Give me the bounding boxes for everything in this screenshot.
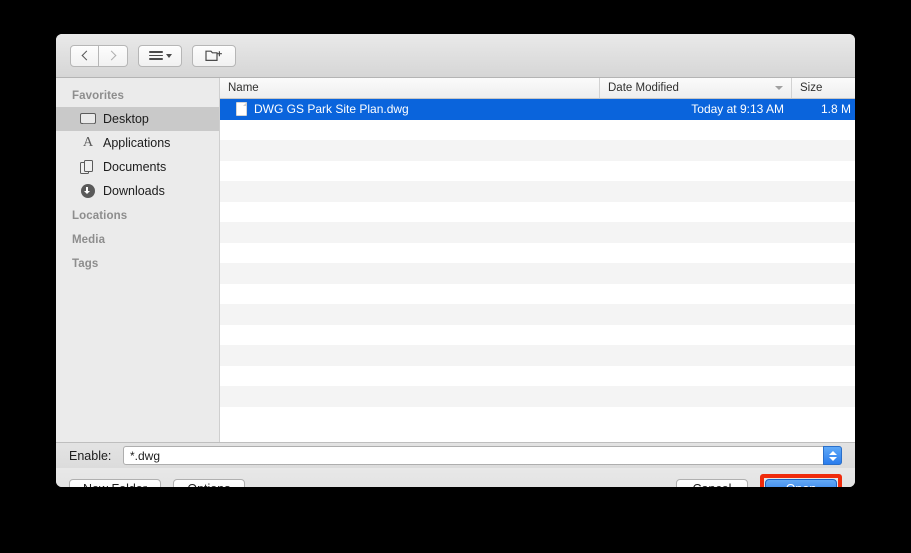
file-name-cell: DWG GS Park Site Plan.dwg: [220, 102, 600, 117]
back-button[interactable]: [70, 44, 99, 67]
downloads-icon: [80, 183, 96, 199]
chevron-down-icon: [775, 86, 783, 90]
enable-popup-button[interactable]: *.dwg: [123, 446, 842, 465]
view-options-button[interactable]: [138, 44, 182, 67]
sidebar-item-documents[interactable]: Documents: [56, 155, 219, 179]
sidebar-header-tags: Tags: [72, 258, 99, 270]
documents-icon: [80, 159, 96, 175]
navigation-buttons: [70, 44, 236, 67]
up-down-chevron-icon: [823, 446, 842, 465]
enable-value: *.dwg: [130, 448, 161, 463]
table-row-empty: [220, 386, 855, 407]
sidebar-item-downloads[interactable]: Downloads: [56, 179, 219, 203]
dialog-button-bar: New Folder Options Cancel Open: [56, 468, 855, 487]
table-row[interactable]: DWG GS Park Site Plan.dwg Today at 9:13 …: [220, 99, 855, 120]
table-row-empty: [220, 160, 855, 181]
sidebar-header-locations: Locations: [72, 210, 128, 222]
sidebar-item-label: Applications: [103, 136, 171, 150]
table-row-empty: [220, 140, 855, 161]
table-row-empty: [220, 263, 855, 284]
table-row-empty: [220, 222, 855, 243]
column-header-label: Name: [228, 82, 259, 94]
column-header-label: Size: [800, 82, 823, 94]
list-view-icon: [148, 51, 163, 60]
enable-filter-bar: Enable: *.dwg: [56, 442, 855, 468]
table-row-empty: [220, 242, 855, 263]
dialog-body: Favorites Desktop A Applications Documen…: [56, 78, 855, 442]
file-size-cell: 1.8 M: [820, 102, 851, 117]
chevron-right-icon: [106, 50, 117, 61]
open-button-highlight-wrapper: Open: [760, 473, 842, 487]
table-row-empty: [220, 345, 855, 366]
file-list-rows: DWG GS Park Site Plan.dwg Today at 9:13 …: [220, 99, 855, 407]
file-date-cell: Today at 9:13 AM: [691, 102, 784, 117]
desktop-icon: [80, 111, 96, 127]
new-folder-icon: [205, 50, 222, 61]
table-row-empty: [220, 324, 855, 345]
options-button[interactable]: Options: [172, 478, 245, 487]
sidebar-item-label: Documents: [103, 160, 167, 174]
table-row-empty: [220, 365, 855, 386]
screen: Desktop Search Favorites Desktop A: [0, 0, 911, 553]
table-row-empty: [220, 304, 855, 325]
column-header-size[interactable]: Size: [792, 78, 855, 98]
table-row-empty: [220, 119, 855, 140]
column-header-date-modified[interactable]: Date Modified: [600, 78, 792, 98]
sidebar-item-applications[interactable]: A Applications: [56, 131, 219, 155]
chevron-down-icon: [165, 53, 172, 58]
new-folder-toolbar-button[interactable]: [192, 44, 236, 67]
sidebar-item-desktop[interactable]: Desktop: [56, 107, 219, 131]
open-file-dialog: Desktop Search Favorites Desktop A: [56, 34, 855, 487]
table-row-empty: [220, 181, 855, 202]
new-folder-button[interactable]: New Folder: [69, 478, 161, 487]
sidebar-header-media: Media: [72, 234, 106, 246]
file-list: Name Date Modified Size DWG GS Park Site…: [220, 78, 855, 442]
sidebar-item-label: Desktop: [103, 112, 149, 126]
sidebar: Favorites Desktop A Applications Documen…: [56, 78, 220, 442]
column-header-label: Date Modified: [608, 82, 679, 94]
document-icon: [236, 102, 247, 117]
file-name-label: DWG GS Park Site Plan.dwg: [254, 102, 409, 117]
cancel-button[interactable]: Cancel: [676, 478, 748, 487]
table-row-empty: [220, 283, 855, 304]
forward-button[interactable]: [99, 44, 128, 67]
chevron-left-icon: [81, 50, 91, 61]
open-button[interactable]: Open: [765, 478, 837, 487]
sidebar-item-label: Downloads: [103, 184, 165, 198]
column-header-name[interactable]: Name: [220, 78, 600, 98]
file-list-header: Name Date Modified Size: [220, 78, 855, 99]
sidebar-header-favorites: Favorites: [72, 90, 125, 102]
applications-icon: A: [82, 135, 94, 150]
dialog-toolbar: Desktop Search: [56, 34, 855, 102]
table-row-empty: [220, 201, 855, 222]
enable-label: Enable:: [69, 448, 112, 463]
